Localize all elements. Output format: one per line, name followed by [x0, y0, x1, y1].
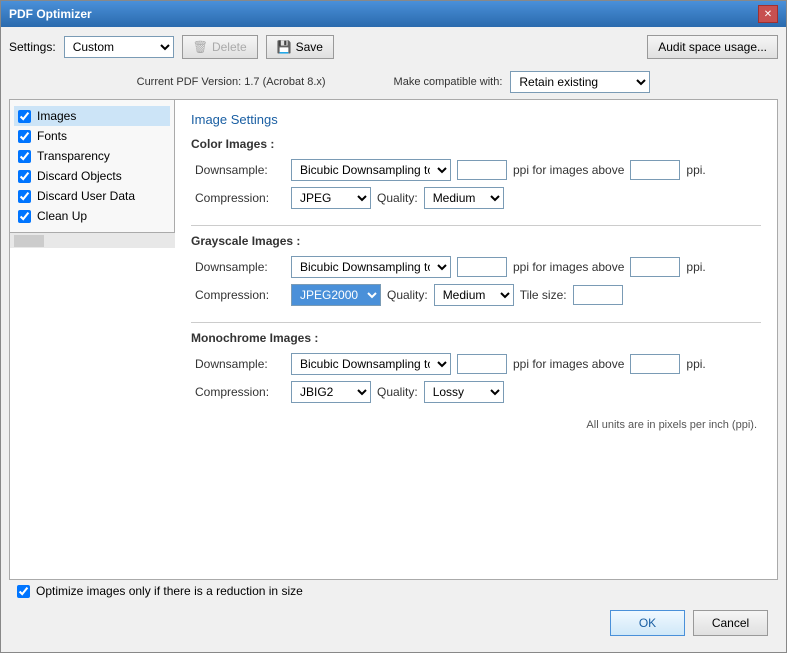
title-bar-controls: ✕: [758, 5, 778, 23]
sidebar: Images Fonts Transparency Discard Object…: [10, 100, 175, 232]
color-compression-select[interactable]: JPEG: [291, 187, 371, 209]
make-compatible-select[interactable]: Retain existing: [510, 71, 650, 93]
discard-objects-label: Discard Objects: [37, 169, 122, 183]
color-quality-label: Quality:: [377, 191, 418, 205]
settings-label: Settings:: [9, 40, 56, 54]
audit-button[interactable]: Audit space usage...: [647, 35, 778, 59]
fonts-checkbox[interactable]: [18, 130, 31, 143]
optimize-row: Optimize images only if there is a reduc…: [9, 580, 778, 602]
images-label: Images: [37, 109, 76, 123]
gray-ppi-input[interactable]: 150: [457, 257, 507, 277]
gray-compression-select[interactable]: JPEG2000: [291, 284, 381, 306]
discard-user-data-label: Discard User Data: [37, 189, 135, 203]
pdf-optimizer-window: PDF Optimizer ✕ Settings: Custom 🗑 Delet…: [0, 0, 787, 653]
right-panel: Image Settings Color Images : Downsample…: [175, 100, 777, 579]
gray-quality-label: Quality:: [387, 288, 428, 302]
save-label: Save: [296, 40, 323, 54]
toolbar: Settings: Custom 🗑 Delete 💾 Save Audit s…: [9, 35, 778, 59]
title-bar: PDF Optimizer ✕: [1, 1, 786, 27]
discard-user-data-checkbox[interactable]: [18, 190, 31, 203]
save-icon: 💾: [277, 40, 292, 54]
mono-compression-select[interactable]: JBIG2: [291, 381, 371, 403]
transparency-checkbox[interactable]: [18, 150, 31, 163]
color-quality-select[interactable]: Medium: [424, 187, 504, 209]
sidebar-item-images[interactable]: Images: [14, 106, 170, 126]
monochrome-images-title: Monochrome Images :: [191, 331, 761, 345]
sidebar-item-clean-up[interactable]: Clean Up: [14, 206, 170, 226]
settings-select[interactable]: Custom: [64, 36, 174, 58]
mono-quality-select[interactable]: Lossy: [424, 381, 504, 403]
color-images-title: Color Images :: [191, 137, 761, 151]
sidebar-item-transparency[interactable]: Transparency: [14, 146, 170, 166]
fonts-label: Fonts: [37, 129, 67, 143]
sidebar-container: Images Fonts Transparency Discard Object…: [10, 100, 175, 579]
color-ppi-for-above-label: ppi for images above: [513, 163, 624, 177]
color-downsample-label: Downsample:: [195, 163, 285, 177]
sidebar-item-discard-objects[interactable]: Discard Objects: [14, 166, 170, 186]
color-ppi-suffix: ppi.: [686, 163, 705, 177]
save-button[interactable]: 💾 Save: [266, 35, 334, 59]
color-downsample-row: Downsample: Bicubic Downsampling to 200 …: [191, 159, 761, 181]
mono-downsample-label: Downsample:: [195, 357, 285, 371]
info-bar: Current PDF Version: 1.7 (Acrobat 8.x) M…: [9, 67, 778, 99]
mono-ppi-suffix: ppi.: [686, 357, 705, 371]
cancel-button[interactable]: Cancel: [693, 610, 768, 636]
delete-label: Delete: [212, 40, 247, 54]
gray-downsample-row: Downsample: Bicubic Downsampling to 150 …: [191, 256, 761, 278]
make-compatible-row: Make compatible with: Retain existing: [394, 71, 651, 93]
gray-ppi-for-above-label: ppi for images above: [513, 260, 624, 274]
gray-tile-size-input[interactable]: 256: [573, 285, 623, 305]
gray-downsample-select[interactable]: Bicubic Downsampling to: [291, 256, 451, 278]
gray-compression-label: Compression:: [195, 288, 285, 302]
sidebar-scrollbar[interactable]: [10, 232, 175, 248]
mono-compression-label: Compression:: [195, 385, 285, 399]
color-ppi-input[interactable]: 200: [457, 160, 507, 180]
monochrome-images-section: Monochrome Images : Downsample: Bicubic …: [191, 331, 761, 403]
make-compatible-label: Make compatible with:: [394, 76, 503, 88]
grayscale-images-section: Grayscale Images : Downsample: Bicubic D…: [191, 234, 761, 306]
mono-compression-row: Compression: JBIG2 Quality: Lossy: [191, 381, 761, 403]
clean-up-checkbox[interactable]: [18, 210, 31, 223]
gray-tile-size-label: Tile size:: [520, 288, 567, 302]
grayscale-images-title: Grayscale Images :: [191, 234, 761, 248]
color-images-section: Color Images : Downsample: Bicubic Downs…: [191, 137, 761, 209]
window-title: PDF Optimizer: [9, 7, 92, 21]
mono-downsample-select[interactable]: Bicubic Downsampling to: [291, 353, 451, 375]
gray-ppi-suffix: ppi.: [686, 260, 705, 274]
mono-ppi-above-input[interactable]: 400: [630, 354, 680, 374]
optimize-checkbox[interactable]: [17, 585, 30, 598]
mono-downsample-row: Downsample: Bicubic Downsampling to 300 …: [191, 353, 761, 375]
mono-ppi-for-above-label: ppi for images above: [513, 357, 624, 371]
discard-objects-checkbox[interactable]: [18, 170, 31, 183]
transparency-label: Transparency: [37, 149, 110, 163]
divider-1: [191, 225, 761, 226]
color-compression-row: Compression: JPEG Quality: Medium: [191, 187, 761, 209]
gray-downsample-label: Downsample:: [195, 260, 285, 274]
color-compression-label: Compression:: [195, 191, 285, 205]
main-panel: Images Fonts Transparency Discard Object…: [9, 99, 778, 580]
close-button[interactable]: ✕: [758, 5, 778, 23]
optimize-label: Optimize images only if there is a reduc…: [36, 584, 303, 598]
content-area: Settings: Custom 🗑 Delete 💾 Save Audit s…: [1, 27, 786, 652]
sidebar-item-discard-user-data[interactable]: Discard User Data: [14, 186, 170, 206]
delete-icon: 🗑: [193, 40, 208, 54]
gray-quality-select[interactable]: Medium: [434, 284, 514, 306]
current-pdf-version: Current PDF Version: 1.7 (Acrobat 8.x): [137, 76, 326, 88]
gray-ppi-above-input[interactable]: 225: [630, 257, 680, 277]
sidebar-item-fonts[interactable]: Fonts: [14, 126, 170, 146]
divider-2: [191, 322, 761, 323]
color-downsample-select[interactable]: Bicubic Downsampling to: [291, 159, 451, 181]
clean-up-label: Clean Up: [37, 209, 87, 223]
images-checkbox[interactable]: [18, 110, 31, 123]
delete-button[interactable]: 🗑 Delete: [182, 35, 258, 59]
units-note: All units are in pixels per inch (ppi).: [191, 419, 761, 431]
color-ppi-above-input[interactable]: 300: [630, 160, 680, 180]
gray-compression-row: Compression: JPEG2000 Quality: Medium Ti…: [191, 284, 761, 306]
mono-quality-label: Quality:: [377, 385, 418, 399]
panel-title: Image Settings: [191, 112, 761, 127]
bottom-buttons: OK Cancel: [9, 602, 778, 644]
mono-ppi-input[interactable]: 300: [457, 354, 507, 374]
ok-button[interactable]: OK: [610, 610, 685, 636]
